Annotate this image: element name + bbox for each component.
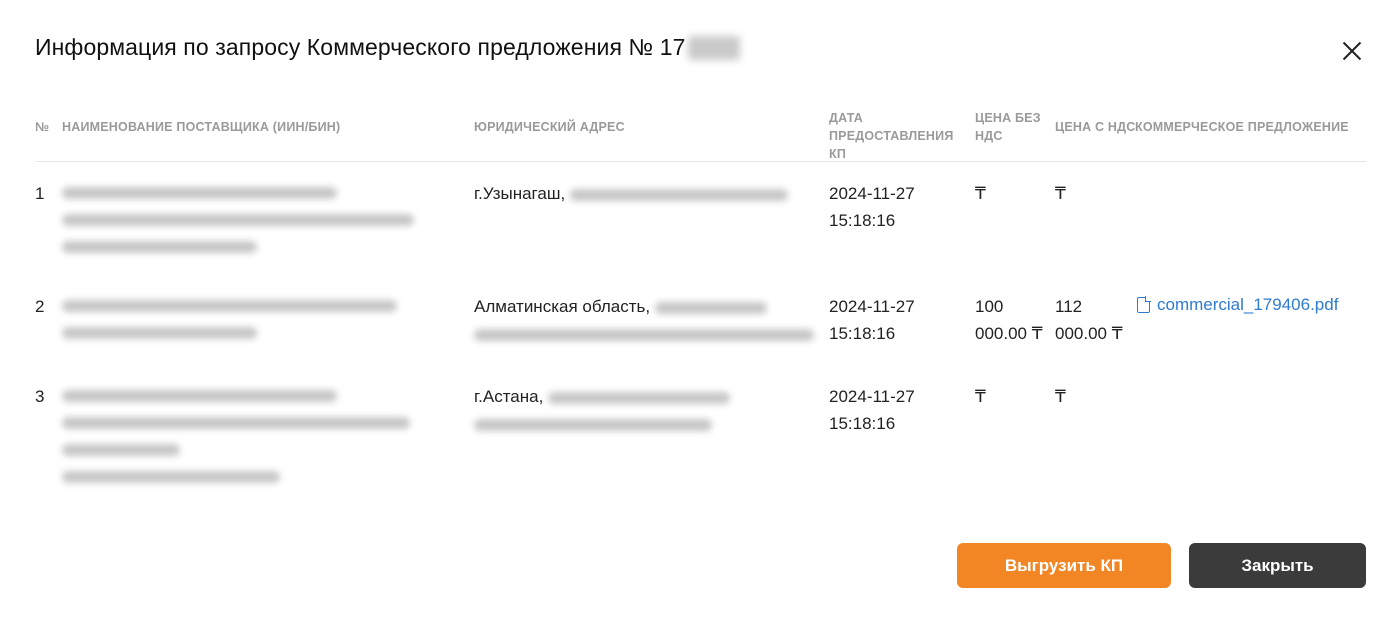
header-date: ДАТА ПРЕДОСТАВЛЕНИЯ КП xyxy=(829,111,954,161)
close-button[interactable]: Закрыть xyxy=(1189,543,1366,588)
row-1-supplier xyxy=(62,187,422,268)
row-2-price-vat: 112 000.00 ₸ xyxy=(1055,293,1123,347)
row-1-price-no-vat: ₸ xyxy=(975,184,986,203)
row-2-price-vat-line2: 000.00 ₸ xyxy=(1055,324,1123,343)
file-icon xyxy=(1137,296,1151,313)
row-2-price-no-vat-line1: 100 xyxy=(975,297,1004,316)
row-2-num: 2 xyxy=(35,297,45,316)
header-num: № xyxy=(35,120,50,134)
header-price-vat: ЦЕНА С НДС xyxy=(1055,120,1136,134)
row-3-supplier xyxy=(62,390,422,498)
row-2-offer-file-name: commercial_179406.pdf xyxy=(1157,295,1339,314)
dialog-title-text: Информация по запросу Коммерческого пред… xyxy=(35,34,686,60)
row-2-date-day: 2024-11-27 xyxy=(829,297,915,316)
row-3-address-text: г.Астана, xyxy=(474,387,544,406)
row-1-date: 2024-11-27 15:18:16 xyxy=(829,180,915,234)
row-2-address: Алматинская область, xyxy=(474,293,819,347)
close-icon[interactable] xyxy=(1339,38,1365,64)
row-2-price-no-vat-line2: 000.00 ₸ xyxy=(975,324,1043,343)
row-1-price-vat: ₸ xyxy=(1055,184,1066,203)
row-3-date-day: 2024-11-27 xyxy=(829,387,915,406)
row-3-date-time: 15:18:16 xyxy=(829,414,896,433)
redacted-number xyxy=(687,36,740,60)
row-1-num: 1 xyxy=(35,184,45,203)
row-3-date: 2024-11-27 15:18:16 xyxy=(829,383,915,437)
row-3-address: г.Астана, xyxy=(474,383,819,437)
row-2-offer-file-link[interactable]: commercial_179406.pdf xyxy=(1137,295,1338,315)
header-divider xyxy=(35,161,1366,162)
row-2-price-vat-line1: 112 xyxy=(1055,297,1083,316)
dialog-title: Информация по запросу Коммерческого пред… xyxy=(35,34,740,61)
header-supplier: НАИМЕНОВАНИЕ ПОСТАВЩИКА (ИИН/БИН) xyxy=(62,120,341,134)
header-price-no-vat: ЦЕНА БЕЗ НДС xyxy=(975,111,1041,143)
row-1-date-day: 2024-11-27 xyxy=(829,184,915,203)
header-address: ЮРИДИЧЕСКИЙ АДРЕС xyxy=(474,120,625,134)
row-2-price-no-vat: 100 000.00 ₸ xyxy=(975,293,1043,347)
commercial-offer-dialog: Информация по запросу Коммерческого пред… xyxy=(0,0,1396,621)
row-3-price-vat: ₸ xyxy=(1055,387,1066,406)
row-2-address-text: Алматинская область, xyxy=(474,297,651,316)
header-offer: КОММЕРЧЕСКОЕ ПРЕДЛОЖЕНИЕ xyxy=(1135,120,1349,134)
row-1-address-text: г.Узынагаш, xyxy=(474,184,566,203)
row-2-date-time: 15:18:16 xyxy=(829,324,896,343)
row-3-num: 3 xyxy=(35,387,45,406)
row-2-date: 2024-11-27 15:18:16 xyxy=(829,293,915,347)
row-1-date-time: 15:18:16 xyxy=(829,211,896,230)
row-1-address: г.Узынагаш, xyxy=(474,180,788,207)
row-2-supplier xyxy=(62,300,422,354)
row-3-price-no-vat: ₸ xyxy=(975,387,986,406)
export-offers-button[interactable]: Выгрузить КП xyxy=(957,543,1171,588)
